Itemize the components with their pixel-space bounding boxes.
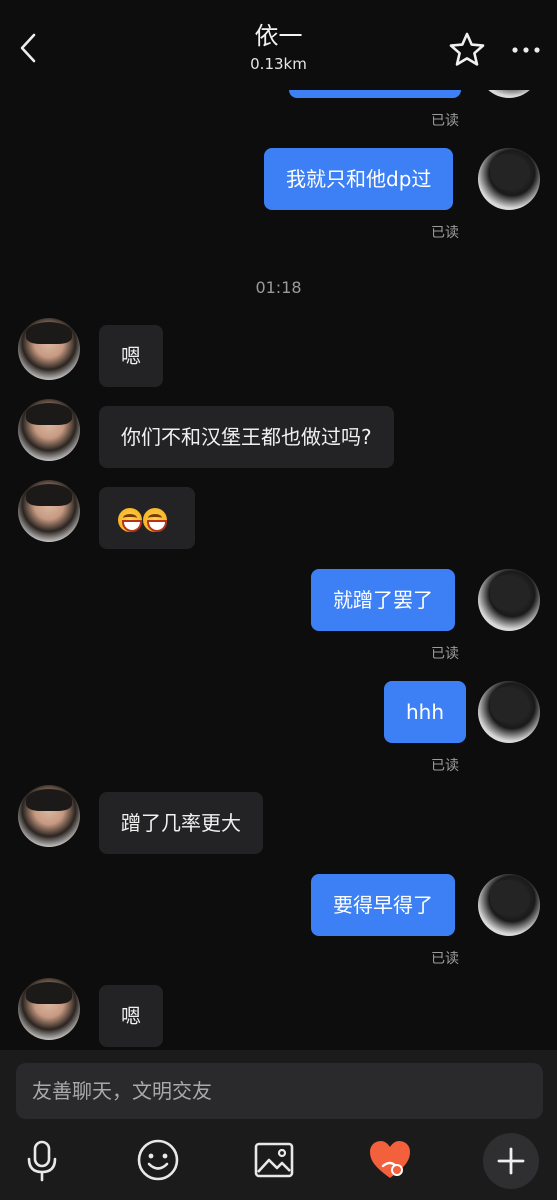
read-status: 已读 xyxy=(431,758,459,774)
more-tools-button[interactable] xyxy=(483,1133,539,1189)
voice-button[interactable] xyxy=(18,1136,66,1184)
message-input[interactable]: 友善聊天，文明交友 xyxy=(16,1063,543,1119)
message-bubble-me[interactable]: 我就只和他dp过 xyxy=(264,148,454,210)
my-avatar[interactable] xyxy=(478,874,540,936)
my-avatar[interactable] xyxy=(478,569,540,631)
chat-header: 依一 0.13km xyxy=(0,0,557,90)
my-avatar[interactable] xyxy=(478,148,540,210)
gift-button[interactable] xyxy=(366,1136,414,1184)
star-icon xyxy=(449,32,485,66)
message-bubble-me[interactable]: 要得早得了 xyxy=(311,874,455,936)
input-bar: 友善聊天，文明交友 xyxy=(0,1050,557,1200)
more-button[interactable] xyxy=(510,36,542,64)
message-bubble-me[interactable]: hhh xyxy=(384,681,467,743)
contact-avatar[interactable] xyxy=(18,318,80,380)
contact-avatar[interactable] xyxy=(18,399,80,461)
message-bubble-them[interactable] xyxy=(99,487,195,549)
message-bubble-them[interactable]: 嗯 xyxy=(99,325,163,387)
my-avatar[interactable] xyxy=(478,681,540,743)
chat-area[interactable]: 已读 我就只和他dp过 已读 01:18 嗯 你们不和汉堡王都也做过吗? 就蹭了… xyxy=(0,0,557,1050)
read-status: 已读 xyxy=(431,951,459,967)
grinning-face-emoji xyxy=(143,507,167,532)
heart-gift-icon xyxy=(370,1141,410,1178)
favorite-button[interactable] xyxy=(448,31,486,69)
microphone-icon xyxy=(27,1140,57,1182)
more-icon xyxy=(512,47,540,53)
image-icon xyxy=(254,1142,294,1178)
message-bubble-them[interactable]: 蹭了几率更大 xyxy=(99,792,263,854)
emoji-icon xyxy=(137,1139,179,1181)
image-button[interactable] xyxy=(250,1136,298,1184)
message-bubble-them[interactable]: 嗯 xyxy=(99,985,163,1047)
contact-avatar[interactable] xyxy=(18,480,80,542)
message-bubble-them[interactable]: 你们不和汉堡王都也做过吗? xyxy=(99,406,394,468)
read-status: 已读 xyxy=(431,646,459,662)
emoji-button[interactable] xyxy=(134,1136,182,1184)
read-status: 已读 xyxy=(431,225,459,241)
grinning-face-emoji xyxy=(118,507,142,532)
contact-avatar[interactable] xyxy=(18,978,80,1040)
time-separator: 01:18 xyxy=(255,278,302,297)
message-bubble-me[interactable]: 就蹭了罢了 xyxy=(311,569,455,631)
read-status: 已读 xyxy=(431,113,459,129)
contact-avatar[interactable] xyxy=(18,785,80,847)
plus-icon xyxy=(497,1147,525,1175)
